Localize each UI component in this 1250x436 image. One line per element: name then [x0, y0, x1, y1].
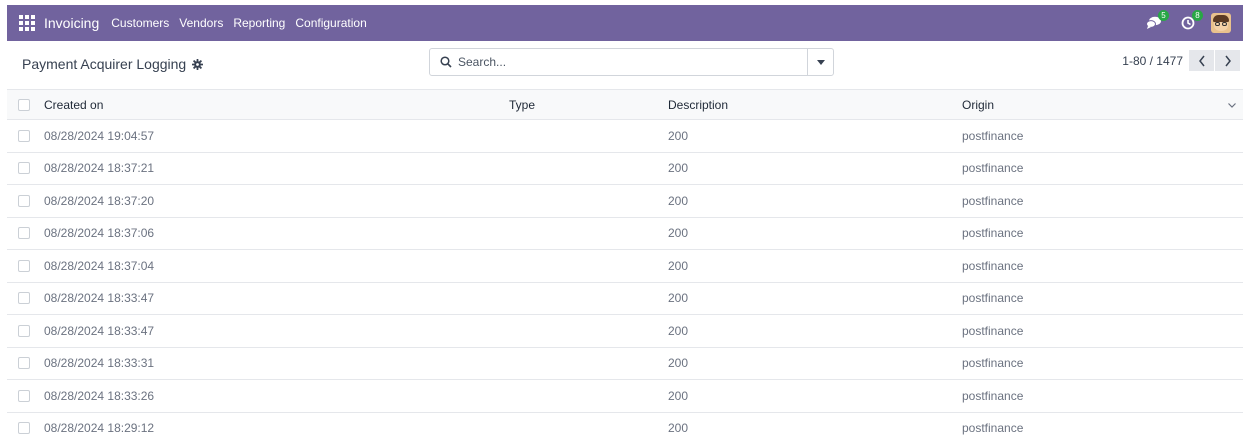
- cell-created-on: 08/28/2024 18:33:26: [44, 388, 155, 403]
- cell-created-on: 08/28/2024 18:29:12: [44, 421, 155, 436]
- cell-description: 200: [668, 388, 689, 403]
- row-checkbox[interactable]: [18, 227, 30, 240]
- control-panel: Payment Acquirer Logging 1-80 / 1477: [0, 41, 1250, 89]
- cell-created-on: 08/28/2024 18:37:06: [44, 226, 155, 241]
- cell-origin: postfinance: [962, 388, 1024, 403]
- cell-description: 200: [668, 421, 689, 436]
- row-checkbox[interactable]: [18, 357, 30, 370]
- cell-origin: postfinance: [962, 226, 1024, 241]
- column-header-origin[interactable]: Origin: [962, 90, 994, 119]
- cell-origin: postfinance: [962, 291, 1024, 306]
- pager-previous-button[interactable]: [1189, 50, 1214, 71]
- table-header: Created on Type Description Origin: [7, 89, 1243, 120]
- menu-item-vendors[interactable]: Vendors: [179, 16, 223, 30]
- cell-created-on: 08/28/2024 18:33:47: [44, 323, 155, 338]
- cell-created-on: 08/28/2024 18:37:04: [44, 258, 155, 273]
- cell-created-on: 08/28/2024 18:37:21: [44, 161, 155, 176]
- cell-description: 200: [668, 226, 689, 241]
- list-table: Created on Type Description Origin 08/28…: [7, 89, 1243, 436]
- apps-menu-icon[interactable]: [19, 15, 35, 31]
- menu-item-reporting[interactable]: Reporting: [233, 16, 285, 30]
- column-header-created-on[interactable]: Created on: [44, 90, 103, 119]
- activities-badge: 8: [1192, 10, 1203, 21]
- row-checkbox[interactable]: [18, 259, 30, 272]
- row-checkbox[interactable]: [18, 292, 30, 305]
- row-checkbox[interactable]: [18, 162, 30, 175]
- search-options-toggle[interactable]: [807, 49, 833, 75]
- cell-created-on: 08/28/2024 18:37:20: [44, 193, 155, 208]
- cell-origin: postfinance: [962, 323, 1024, 338]
- pager: 1-80 / 1477: [1122, 50, 1240, 71]
- cell-origin: postfinance: [962, 421, 1024, 436]
- breadcrumb: Payment Acquirer Logging: [22, 56, 204, 72]
- menu-item-configuration[interactable]: Configuration: [295, 16, 366, 30]
- row-checkbox[interactable]: [18, 194, 30, 207]
- cell-created-on: 08/28/2024 19:04:57: [44, 128, 155, 143]
- row-checkbox[interactable]: [18, 389, 30, 402]
- messages-badge: 5: [1158, 10, 1169, 21]
- row-checkbox[interactable]: [18, 422, 30, 435]
- table-row[interactable]: 08/28/2024 18:37:20 200 postfinance: [7, 185, 1243, 218]
- search-input[interactable]: [458, 54, 798, 70]
- table-row[interactable]: 08/28/2024 18:33:31 200 postfinance: [7, 347, 1243, 380]
- app-name[interactable]: Invoicing: [44, 15, 99, 31]
- cell-description: 200: [668, 193, 689, 208]
- row-checkbox[interactable]: [18, 324, 30, 337]
- table-row[interactable]: 08/28/2024 18:37:06 200 postfinance: [7, 217, 1243, 250]
- column-header-type[interactable]: Type: [509, 90, 535, 119]
- table-row[interactable]: 08/28/2024 18:37:21 200 postfinance: [7, 152, 1243, 185]
- menu-item-customers[interactable]: Customers: [111, 16, 169, 30]
- optional-columns-toggle-icon[interactable]: [1227, 100, 1237, 110]
- cell-description: 200: [668, 258, 689, 273]
- cell-description: 200: [668, 323, 689, 338]
- select-all-checkbox[interactable]: [18, 98, 30, 111]
- table-row[interactable]: 08/28/2024 18:37:04 200 postfinance: [7, 250, 1243, 283]
- chevron-right-icon: [1224, 55, 1231, 66]
- cell-origin: postfinance: [962, 258, 1024, 273]
- column-header-description[interactable]: Description: [668, 90, 728, 119]
- activities-button[interactable]: 8: [1177, 10, 1203, 33]
- table-row[interactable]: 08/28/2024 18:33:47 200 postfinance: [7, 282, 1243, 315]
- search-bar: [429, 48, 834, 76]
- chevron-left-icon: [1198, 55, 1205, 66]
- table-row[interactable]: 08/28/2024 18:33:47 200 postfinance: [7, 315, 1243, 348]
- cell-origin: postfinance: [962, 193, 1024, 208]
- cell-created-on: 08/28/2024 18:33:47: [44, 291, 155, 306]
- cell-origin: postfinance: [962, 356, 1024, 371]
- pager-next-button[interactable]: [1215, 50, 1240, 71]
- gear-icon[interactable]: [192, 58, 204, 70]
- caret-down-icon: [816, 59, 825, 65]
- table-row[interactable]: 08/28/2024 18:33:26 200 postfinance: [7, 380, 1243, 413]
- navbar-systray: 5 8: [1143, 5, 1243, 41]
- cell-description: 200: [668, 128, 689, 143]
- page-title: Payment Acquirer Logging: [22, 56, 187, 72]
- table-body: 08/28/2024 19:04:57 200 postfinance 08/28/2…: [7, 120, 1243, 436]
- cell-description: 200: [668, 161, 689, 176]
- user-avatar[interactable]: [1211, 13, 1231, 33]
- cell-description: 200: [668, 291, 689, 306]
- messages-button[interactable]: 5: [1143, 10, 1169, 33]
- cell-origin: postfinance: [962, 128, 1024, 143]
- pager-value[interactable]: 1-80 / 1477: [1122, 54, 1183, 68]
- top-navbar: Invoicing Customers Vendors Reporting Co…: [0, 0, 1250, 41]
- cell-origin: postfinance: [962, 161, 1024, 176]
- cell-description: 200: [668, 356, 689, 371]
- row-checkbox[interactable]: [18, 129, 30, 142]
- table-row[interactable]: 08/28/2024 19:04:57 200 postfinance: [7, 120, 1243, 153]
- navbar-bar: Invoicing Customers Vendors Reporting Co…: [7, 5, 1243, 41]
- table-row[interactable]: 08/28/2024 18:29:12 200 postfinance: [7, 412, 1243, 436]
- search-icon: [440, 56, 452, 68]
- cell-created-on: 08/28/2024 18:33:31: [44, 356, 155, 371]
